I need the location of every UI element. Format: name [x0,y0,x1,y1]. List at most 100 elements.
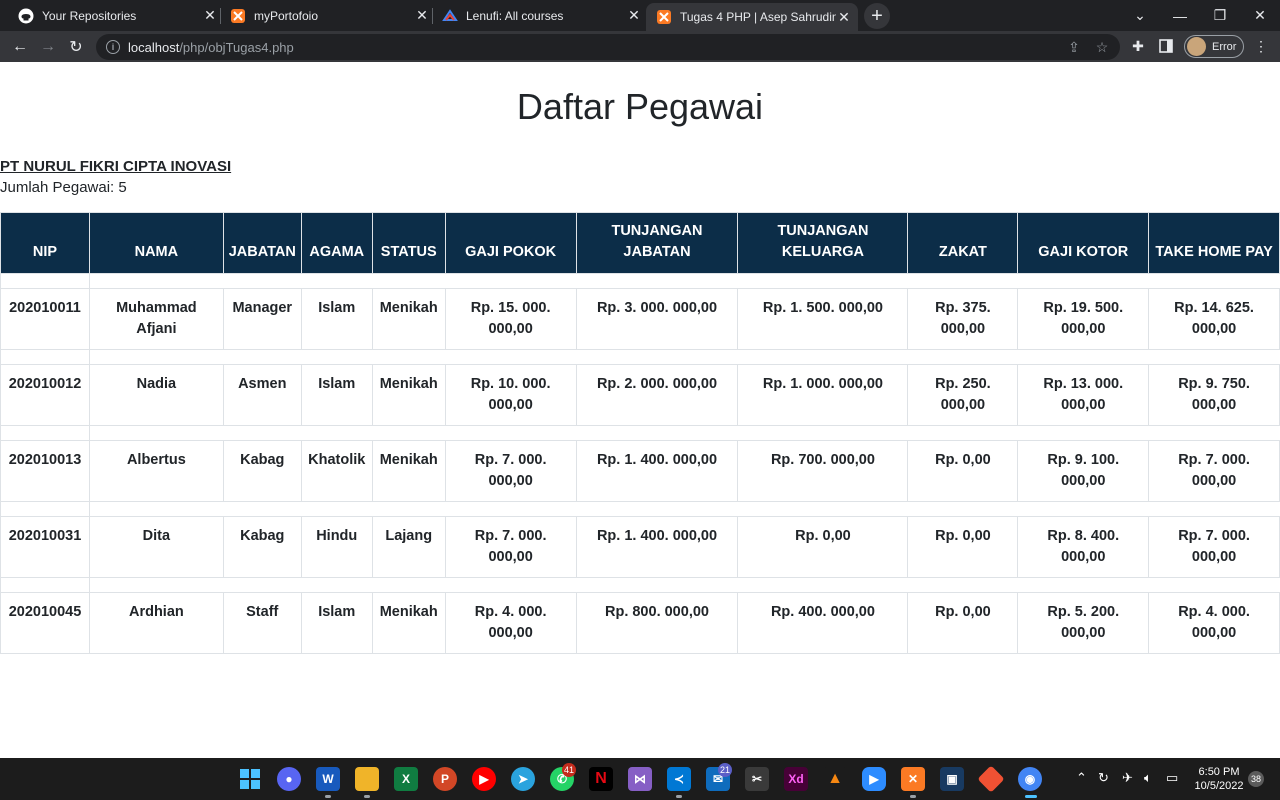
column-header: GAJI KOTOR [1017,212,1150,274]
cell-take-home-pay: Rp. 14. 625. 000,00 [1148,288,1280,350]
cell-tunjangan-keluarga: Rp. 700. 000,00 [737,440,909,502]
browser-tab-strip: Your Repositories ✕ myPortofoio ✕ Lenufi… [0,0,1280,31]
chevron-down-icon[interactable]: ⌄ [1120,7,1160,24]
cell-nip: 202010013 [0,440,90,502]
reload-icon[interactable]: ↻ [64,35,88,59]
running-indicator [676,795,682,798]
cell-nama: Albertus [88,440,224,502]
cell-status: Menikah [371,364,446,426]
cell-gaji-kotor: Rp. 13. 000. 000,00 [1017,364,1150,426]
employee-count: Jumlah Pegawai: 5 [0,179,127,196]
cell-tunjangan-jabatan: Rp. 800. 000,00 [575,592,739,654]
profile-button[interactable]: Error [1184,35,1244,58]
row-spacer [0,349,1280,365]
telegram-icon[interactable]: ➤ [511,767,535,791]
running-indicator [364,795,370,798]
cell-tunjangan-keluarga: Rp. 0,00 [737,516,909,578]
airplane-mode-icon[interactable]: ✈ [1122,770,1133,786]
sync-icon[interactable]: ↻ [1098,770,1109,786]
xampp-icon [656,9,672,25]
close-window-icon[interactable]: ✕ [1240,7,1280,24]
cell-status: Lajang [371,516,446,578]
vscode-icon[interactable]: ≺ [667,767,691,791]
cell-tunjangan-jabatan: Rp. 2. 000. 000,00 [575,364,739,426]
column-header: NAMA [88,212,224,274]
windows-start-icon[interactable] [238,767,262,791]
table-header-row: NIP NAMA JABATAN AGAMA STATUS GAJI POKOK… [0,212,1280,274]
zoom-icon[interactable]: ▶ [862,767,886,791]
word-icon[interactable]: W [316,767,340,791]
volume-icon[interactable]: 🔈︎ [1144,770,1152,786]
cell-take-home-pay: Rp. 9. 750. 000,00 [1148,364,1280,426]
system-clock[interactable]: 6:50 PM 10/5/2022 [1188,765,1250,793]
close-icon[interactable]: ✕ [836,9,852,25]
tab-your-repositories[interactable]: Your Repositories ✕ [8,0,218,31]
mail-badge: 21 [718,763,733,777]
tab-separator [220,8,221,24]
powerpoint-icon[interactable]: P [433,767,457,791]
site-info-icon[interactable]: i [106,40,120,54]
cell-jabatan: Staff [222,592,302,654]
cell-take-home-pay: Rp. 4. 000. 000,00 [1148,592,1280,654]
cell-gaji-kotor: Rp. 19. 500. 000,00 [1017,288,1150,350]
minimize-icon[interactable]: — [1160,8,1200,24]
close-icon[interactable]: ✕ [414,7,430,24]
notification-count-badge[interactable]: 38 [1248,771,1264,787]
chevron-up-icon[interactable]: ⌃ [1076,770,1087,786]
adobe-xd-icon[interactable]: Xd [784,767,808,791]
browser-toolbar: ← → ↻ i localhost/php/objTugas4.php ⇪ ☆ … [0,31,1280,62]
page-viewport: Daftar Pegawai PT NURUL FIKRI CIPTA INOV… [0,62,1280,758]
row-spacer [0,273,1280,289]
xampp-icon [230,8,246,24]
column-header: TAKE HOME PAY [1148,212,1280,274]
employee-table: NIP NAMA JABATAN AGAMA STATUS GAJI POKOK… [0,212,1280,654]
arc-icon[interactable]: ▲ [823,767,847,791]
cell-tunjangan-jabatan: Rp. 3. 000. 000,00 [575,288,739,350]
cell-gaji-pokok: Rp. 7. 000. 000,00 [444,440,577,502]
file-explorer-icon[interactable] [355,767,379,791]
side-panel-icon[interactable] [1157,37,1175,55]
cell-take-home-pay: Rp. 7. 000. 000,00 [1148,440,1280,502]
close-icon[interactable]: ✕ [626,7,642,24]
chrome-icon[interactable]: ◉ [1018,767,1042,791]
cell-gaji-pokok: Rp. 10. 000. 000,00 [444,364,577,426]
netflix-icon[interactable]: N [589,767,613,791]
back-icon[interactable]: ← [8,35,32,59]
visual-studio-icon[interactable]: ⋈ [628,767,652,791]
tab-lenufi-courses[interactable]: Lenufi: All courses ✕ [434,0,642,31]
discord-icon[interactable]: ● [277,767,301,791]
new-tab-button[interactable]: + [864,3,890,29]
virtualbox-icon[interactable]: ▣ [940,767,964,791]
menu-kebab-icon[interactable]: ⋮ [1252,37,1270,55]
excel-icon[interactable]: X [394,767,418,791]
share-icon[interactable]: ⇪ [1066,39,1082,55]
git-icon[interactable] [977,765,1005,793]
table-row: 202010011 Muhammad Afjani Manager Islam … [0,288,1280,350]
cell-tunjangan-jabatan: Rp. 1. 400. 000,00 [575,440,739,502]
tab-separator [432,8,433,24]
cell-nama: Ardhian [88,592,224,654]
cell-jabatan: Kabag [222,440,302,502]
bookmark-star-icon[interactable]: ☆ [1094,39,1110,55]
restore-icon[interactable]: ❐ [1200,7,1240,24]
row-spacer [0,577,1280,593]
snipping-tool-icon[interactable]: ✂ [745,767,769,791]
cell-tunjangan-keluarga: Rp. 1. 000. 000,00 [737,364,909,426]
table-body: 202010011 Muhammad Afjani Manager Islam … [0,273,1280,654]
cell-zakat: Rp. 0,00 [907,440,1019,502]
youtube-music-icon[interactable]: ▶ [472,767,496,791]
forward-icon[interactable]: → [36,35,60,59]
battery-icon[interactable]: ▭ [1166,770,1178,786]
tab-myportofoio[interactable]: myPortofoio ✕ [222,0,430,31]
xampp-icon[interactable]: ✕ [901,767,925,791]
url-host: localhost [128,39,180,55]
cell-status: Menikah [371,288,446,350]
address-bar[interactable]: i localhost/php/objTugas4.php ⇪ ☆ [96,34,1120,60]
cell-agama: Islam [300,364,373,426]
close-icon[interactable]: ✕ [202,7,218,24]
extensions-puzzle-icon[interactable]: ✚ [1129,37,1147,55]
tab-tugas4-php[interactable]: Tugas 4 PHP | Asep Sahrudin ✕ [646,3,858,31]
page-title: Daftar Pegawai [516,86,764,127]
github-icon [18,8,34,24]
cell-tunjangan-keluarga: Rp. 400. 000,00 [737,592,909,654]
